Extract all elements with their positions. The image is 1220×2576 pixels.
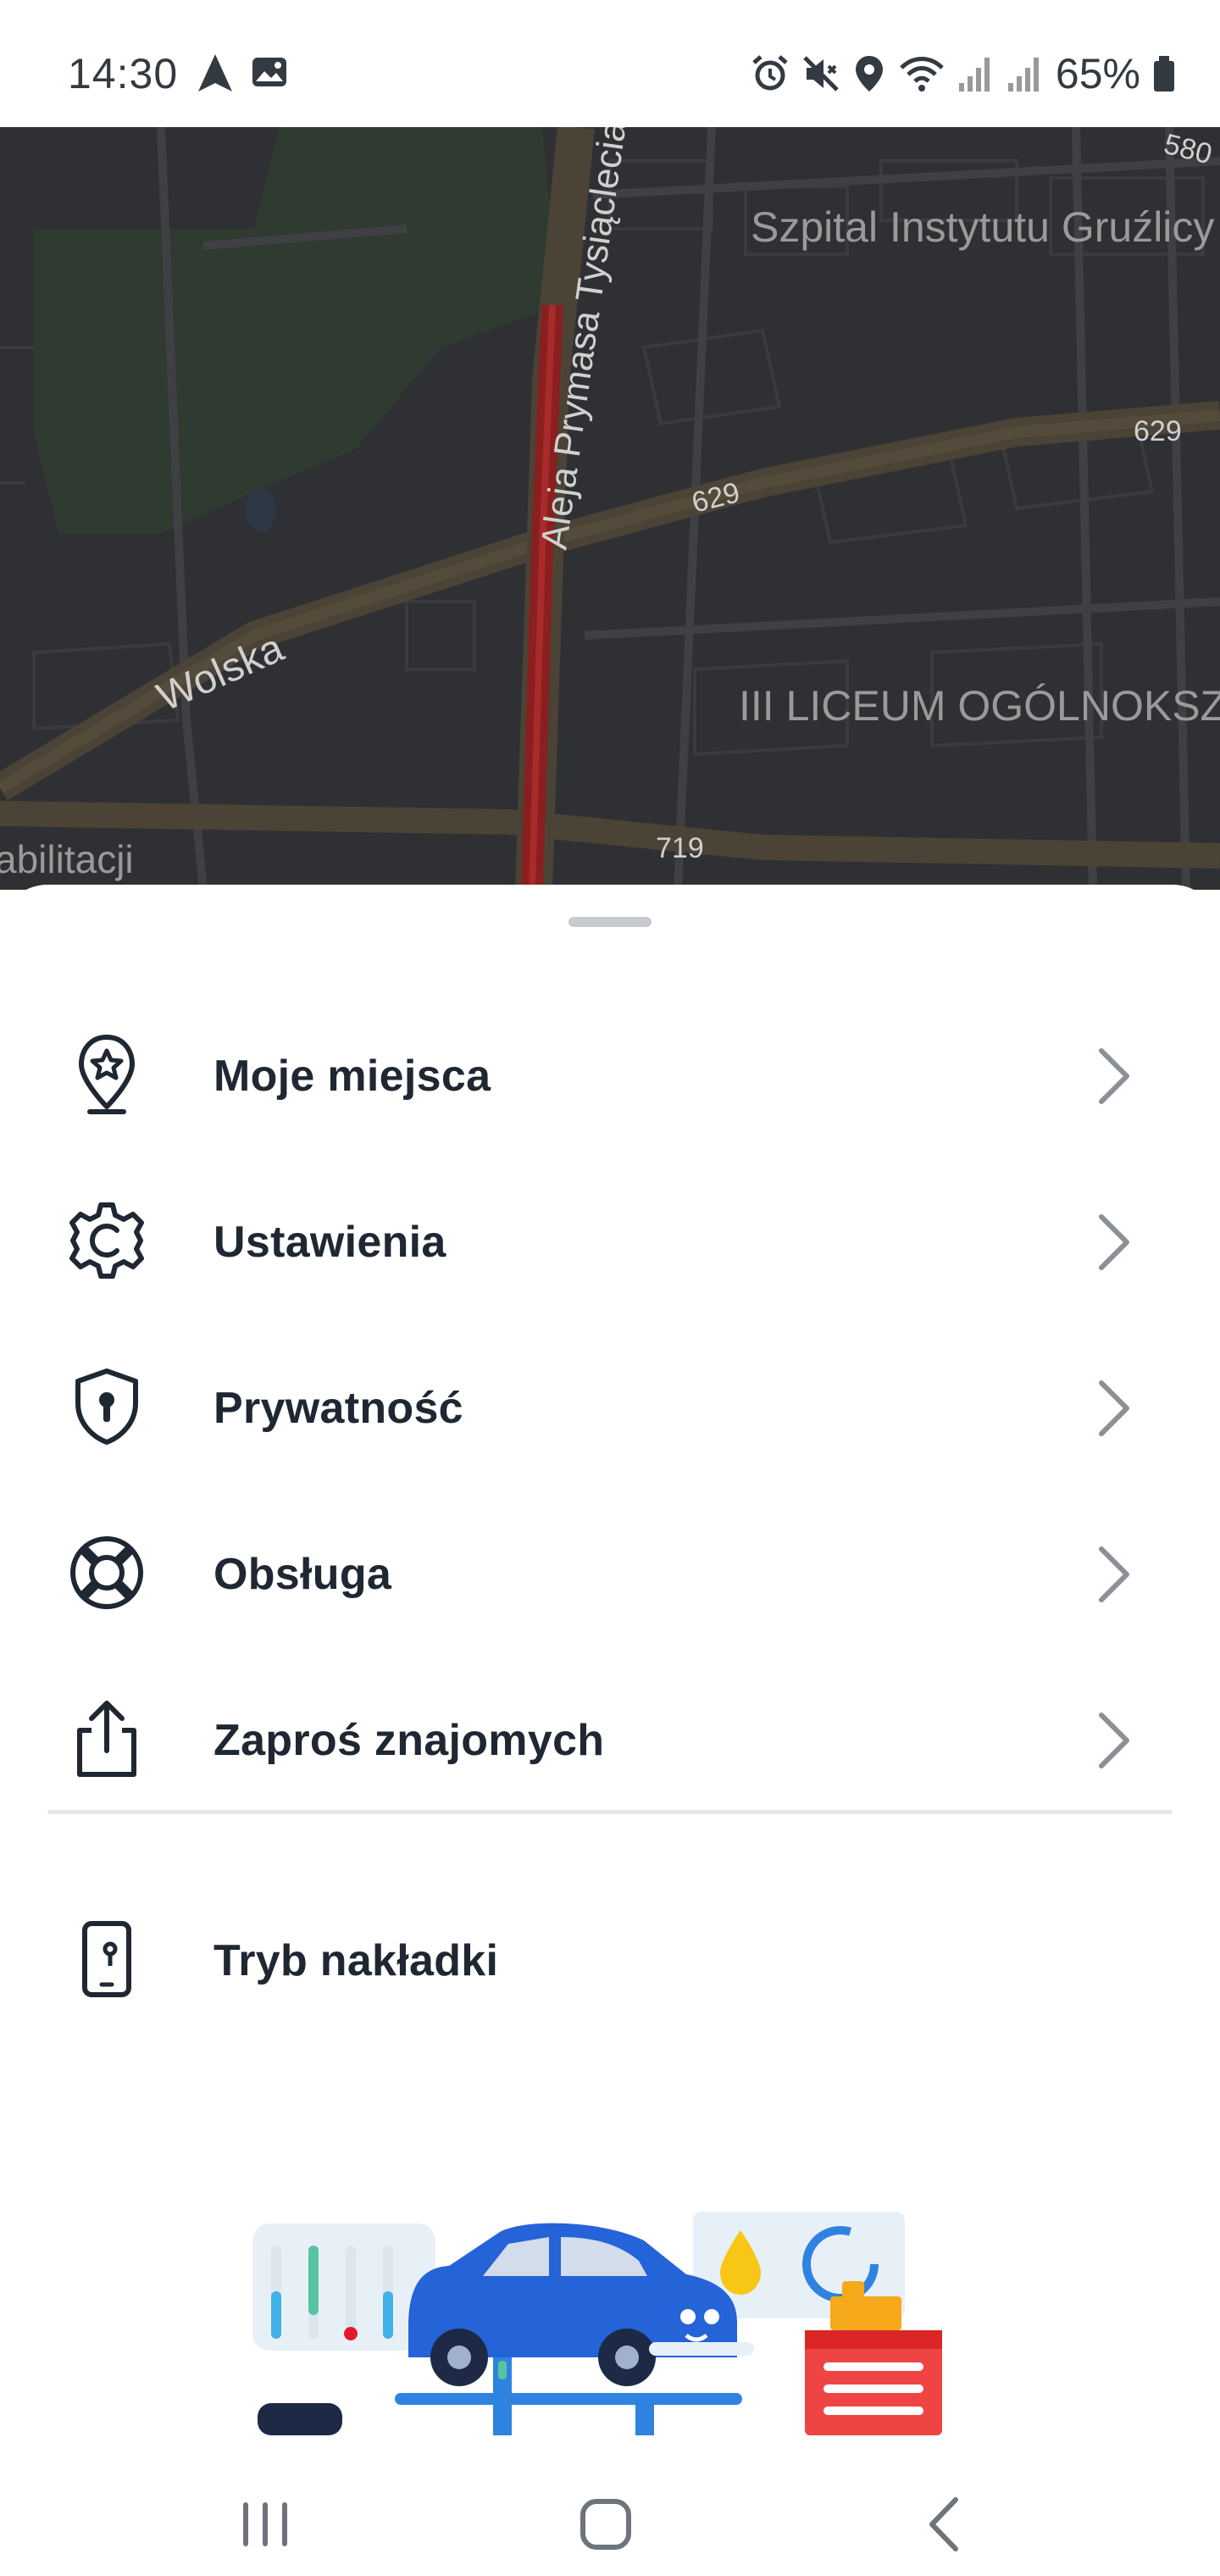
car-service-illustration [252, 2212, 942, 2435]
chevron-right-icon [1099, 1380, 1129, 1436]
menu-item-label: Moje miejsca [214, 1052, 491, 1101]
battery-icon [1154, 56, 1174, 92]
menu-item-label: Zaproś znajomych [214, 1716, 605, 1765]
battery-percent: 65% [1055, 50, 1140, 97]
status-bar: 14:30 65% [0, 0, 1220, 127]
lifebuoy-icon [70, 1536, 143, 1609]
alarm-icon [752, 55, 788, 91]
menu-item-overlay-mode[interactable]: Tryb nakładki [0, 1878, 1220, 2044]
signal-icon [958, 58, 990, 92]
system-nav-bar [0, 2457, 1220, 2576]
recent-apps-icon[interactable] [227, 2486, 303, 2562]
location-icon [855, 56, 883, 92]
shield-lock-icon [75, 1368, 138, 1445]
map-label-629-b: 629 [1134, 415, 1182, 447]
menu-item-label: Obsługa [214, 1550, 392, 1599]
menu-item-label: Tryb nakładki [214, 1936, 499, 1985]
bottom-sheet: Moje miejsca Ustawienia Prywatność Obsłu… [0, 885, 1220, 2457]
menu-item-invite-friends[interactable]: Zaproś znajomych [0, 1657, 1220, 1824]
map-view[interactable]: Szpital Instytutu Gruźlicy III LICEUM OG… [0, 127, 1220, 890]
status-time: 14:30 [68, 50, 179, 97]
chevron-right-icon [1099, 1713, 1129, 1768]
gear-icon [69, 1202, 144, 1279]
wifi-icon [900, 57, 944, 92]
menu-item-label: Ustawienia [214, 1218, 446, 1267]
back-icon[interactable] [908, 2486, 984, 2562]
map-label-719: 719 [656, 832, 704, 864]
menu-item-my-places[interactable]: Moje miejsca [0, 993, 1220, 1159]
menu-item-support[interactable]: Obsługa [0, 1491, 1220, 1657]
gallery-icon [252, 58, 286, 86]
menu-item-label: Prywatność [214, 1384, 463, 1433]
menu-divider [47, 1810, 1173, 1814]
map-label-hospital: Szpital Instytutu Gruźlicy [751, 203, 1214, 251]
chevron-right-icon [1099, 1048, 1129, 1104]
chevron-right-icon [1099, 1546, 1129, 1602]
map-label-rehab: abilitacji [0, 837, 134, 881]
place-pin-star-icon [79, 1035, 135, 1114]
navigation-icon [198, 54, 232, 92]
share-icon [77, 1701, 136, 1777]
home-icon[interactable] [568, 2486, 644, 2562]
vibrate-icon [803, 56, 839, 92]
map-canvas: Szpital Instytutu Gruźlicy III LICEUM OG… [0, 127, 1220, 890]
map-label-school: III LICEUM OGÓLNOKSZT [739, 682, 1220, 730]
phone-overlay-icon [82, 1921, 131, 1997]
menu-item-privacy[interactable]: Prywatność [0, 1325, 1220, 1491]
chevron-right-icon [1099, 1214, 1129, 1270]
signal-icon [1007, 58, 1039, 92]
menu-item-settings[interactable]: Ustawienia [0, 1159, 1220, 1325]
drag-handle[interactable] [568, 917, 652, 927]
